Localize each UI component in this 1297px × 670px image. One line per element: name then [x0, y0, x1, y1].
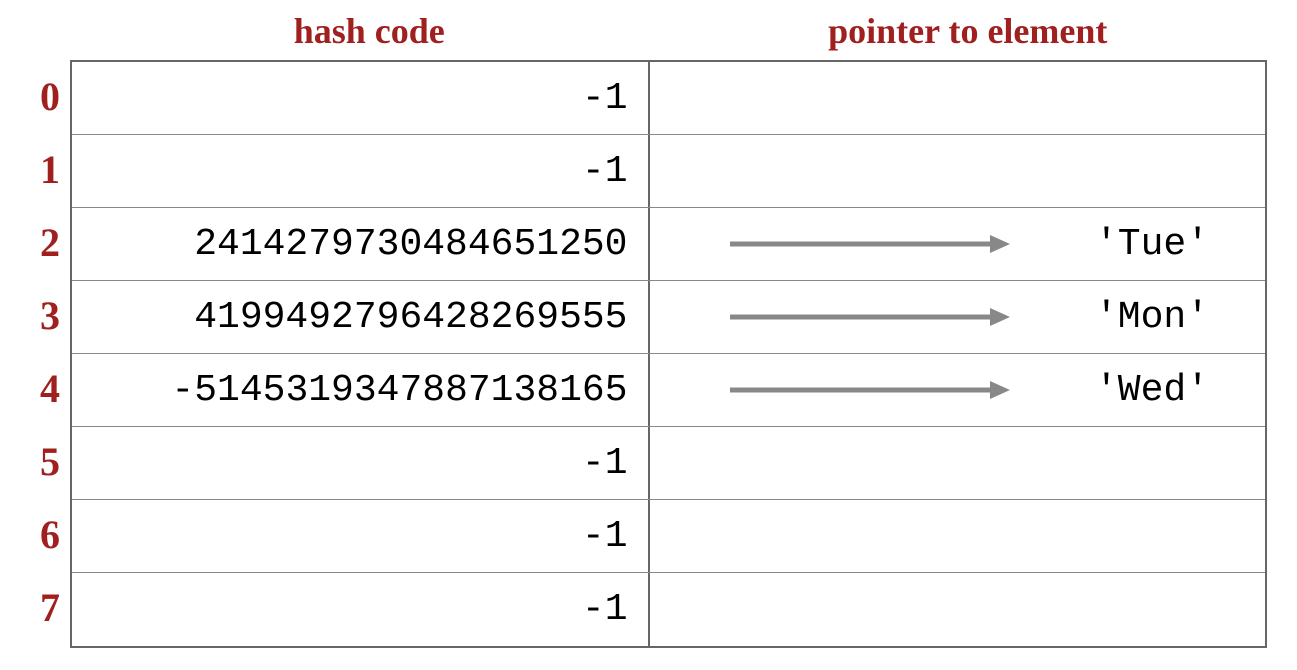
arrow-icon — [680, 375, 1096, 405]
index-1: 1 — [30, 133, 70, 206]
hash-cell-4: -5145319347887138165 — [72, 354, 650, 426]
index-5: 5 — [30, 425, 70, 498]
table-row: -1 — [72, 573, 1265, 646]
pointer-cell-4: 'Wed' — [650, 354, 1266, 426]
element-value-4: 'Wed' — [1095, 369, 1235, 412]
arrow-container: 'Wed' — [680, 369, 1236, 412]
hash-cell-1: -1 — [72, 135, 650, 207]
arrow-icon — [680, 302, 1096, 332]
header-pointer: pointer to element — [669, 10, 1268, 52]
hash-cell-2: 2414279730484651250 — [72, 208, 650, 280]
pointer-cell-5 — [650, 427, 1266, 499]
hash-table: -1 -1 2414279730484651250 — [70, 60, 1267, 648]
pointer-cell-3: 'Mon' — [650, 281, 1266, 353]
pointer-cell-2: 'Tue' — [650, 208, 1266, 280]
table-row: -5145319347887138165 'Wed' — [72, 354, 1265, 427]
table-row: -1 — [72, 427, 1265, 500]
index-spacer — [30, 10, 70, 52]
pointer-cell-6 — [650, 500, 1266, 572]
index-4: 4 — [30, 352, 70, 425]
arrow-container: 'Mon' — [680, 296, 1236, 339]
pointer-cell-0 — [650, 62, 1266, 134]
element-value-3: 'Mon' — [1095, 296, 1235, 339]
hash-cell-5: -1 — [72, 427, 650, 499]
hash-cell-0: -1 — [72, 62, 650, 134]
table-row: -1 — [72, 135, 1265, 208]
table-wrapper: 0 1 2 3 4 5 6 7 -1 -1 241427973048465125… — [30, 60, 1267, 648]
arrow-icon — [680, 229, 1096, 259]
table-row: 2414279730484651250 'Tue' — [72, 208, 1265, 281]
hash-cell-3: 4199492796428269555 — [72, 281, 650, 353]
index-2: 2 — [30, 206, 70, 279]
pointer-cell-7 — [650, 573, 1266, 646]
pointer-cell-1 — [650, 135, 1266, 207]
header-row: hash code pointer to element — [30, 10, 1267, 52]
element-value-2: 'Tue' — [1095, 223, 1235, 266]
header-hash-code: hash code — [70, 10, 669, 52]
index-7: 7 — [30, 571, 70, 644]
index-column: 0 1 2 3 4 5 6 7 — [30, 60, 70, 648]
index-3: 3 — [30, 279, 70, 352]
hash-cell-6: -1 — [72, 500, 650, 572]
hash-table-diagram: hash code pointer to element 0 1 2 3 4 5… — [0, 0, 1297, 658]
table-row: 4199492796428269555 'Mon' — [72, 281, 1265, 354]
table-row: -1 — [72, 62, 1265, 135]
table-row: -1 — [72, 500, 1265, 573]
index-6: 6 — [30, 498, 70, 571]
hash-cell-7: -1 — [72, 573, 650, 646]
index-0: 0 — [30, 60, 70, 133]
arrow-container: 'Tue' — [680, 223, 1236, 266]
